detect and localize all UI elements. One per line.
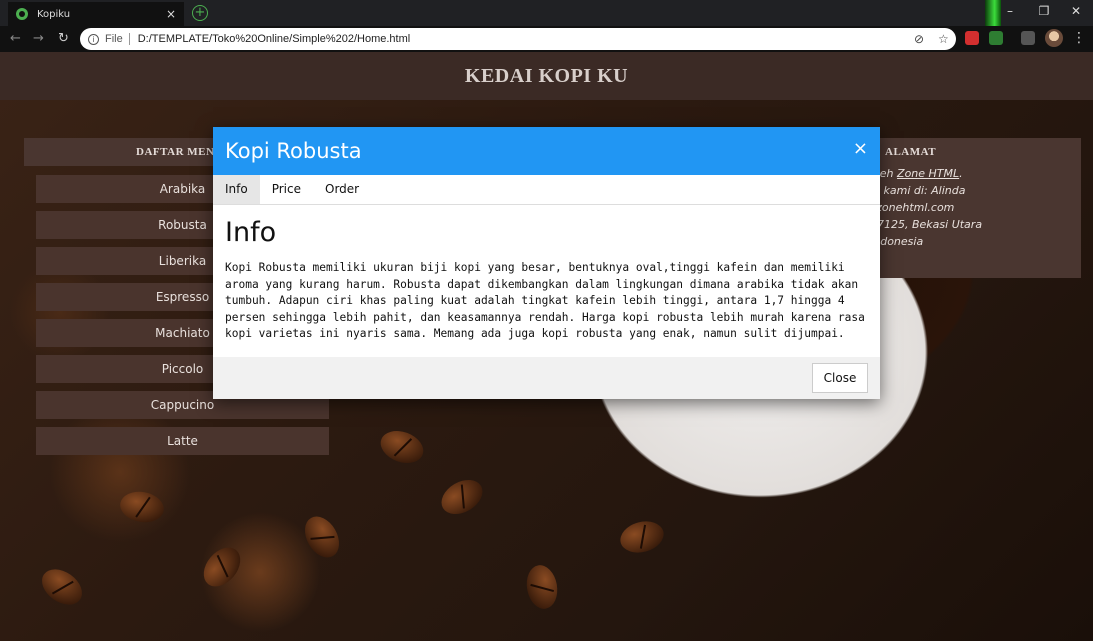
coffee-bean-decoration: [117, 488, 167, 526]
reload-button[interactable]: ↻: [58, 31, 69, 47]
profile-avatar[interactable]: [1045, 29, 1063, 47]
coffee-bean-decoration: [616, 516, 668, 558]
forward-button[interactable]: →: [33, 31, 44, 47]
credit-suffix: .: [959, 167, 963, 180]
back-button[interactable]: ←: [10, 31, 21, 47]
close-button[interactable]: Close: [812, 363, 868, 393]
window-close-button[interactable]: ✕: [1059, 0, 1093, 24]
extension-icon[interactable]: [989, 31, 1003, 45]
browser-tab-strip: Kopiku × + – ❐ ✕: [0, 0, 1093, 52]
tab-price[interactable]: Price: [260, 175, 313, 204]
coffee-bean-decoration: [196, 540, 248, 594]
url-separator: [128, 33, 130, 45]
modal-close-icon[interactable]: ×: [853, 138, 868, 159]
coffee-bean-decoration: [523, 562, 561, 612]
product-modal: Kopi Robusta × Info Price Order Info Kop…: [213, 127, 880, 399]
info-heading: Info: [225, 217, 277, 248]
bookmark-star-icon[interactable]: ☆: [938, 32, 949, 46]
tab-order[interactable]: Order: [313, 175, 371, 204]
browser-tab[interactable]: Kopiku ×: [8, 2, 184, 26]
address-panel-title: ALAMAT: [885, 146, 937, 158]
site-info-icon[interactable]: i: [88, 33, 99, 45]
modal-tabs: Info Price Order: [213, 175, 880, 205]
tab-info[interactable]: Info: [213, 175, 260, 204]
menu-item-latte[interactable]: Latte: [36, 427, 329, 455]
address-line-4: 17125, Bekasi Utara: [870, 218, 983, 231]
address-bar[interactable]: i File D:/TEMPLATE/Toko%20Online/Simple%…: [80, 28, 956, 50]
address-line-2: gi kami di: Alinda: [870, 184, 966, 197]
address-line-3: ilzonehtml.com: [870, 201, 955, 214]
coffee-bean-decoration: [35, 562, 89, 612]
tab-title: Kopiku: [37, 8, 71, 20]
info-paragraph: Kopi Robusta memiliki ukuran biji kopi y…: [225, 261, 865, 341]
reading-list-icon[interactable]: [1021, 31, 1035, 45]
site-header: KEDAI KOPI KU: [0, 52, 1093, 100]
coffee-bean-decoration: [376, 425, 428, 469]
modal-body: Info Kopi Robusta memiliki ukuran biji k…: [213, 217, 880, 343]
restore-button[interactable]: ❐: [1027, 0, 1061, 24]
url-scheme: File: [105, 33, 123, 45]
translate-icon[interactable]: ⊘: [914, 32, 924, 46]
address-line-credit: oleh Zone HTML.: [870, 167, 963, 180]
browser-toolbar: ← → ↻ i File D:/TEMPLATE/Toko%20Online/S…: [0, 26, 1093, 52]
address-panel: ALAMAT oleh Zone HTML. gi kami di: Alind…: [860, 138, 1081, 278]
extension-adblock-icon[interactable]: [965, 31, 979, 45]
url-text[interactable]: D:/TEMPLATE/Toko%20Online/Simple%202/Hom…: [138, 33, 410, 45]
zone-html-link[interactable]: Zone HTML: [897, 167, 959, 180]
modal-header: Kopi Robusta ×: [213, 127, 880, 175]
coffee-bean-decoration: [435, 473, 489, 521]
tab-close-icon[interactable]: ×: [166, 7, 176, 21]
new-tab-button[interactable]: +: [192, 5, 208, 21]
browser-menu-icon[interactable]: ⋮: [1072, 30, 1086, 46]
modal-footer: Close: [213, 357, 880, 399]
modal-title: Kopi Robusta: [225, 139, 362, 163]
coffee-bean-decoration: [298, 510, 346, 564]
minimize-button[interactable]: –: [993, 0, 1027, 24]
site-favicon-icon: [16, 8, 28, 20]
